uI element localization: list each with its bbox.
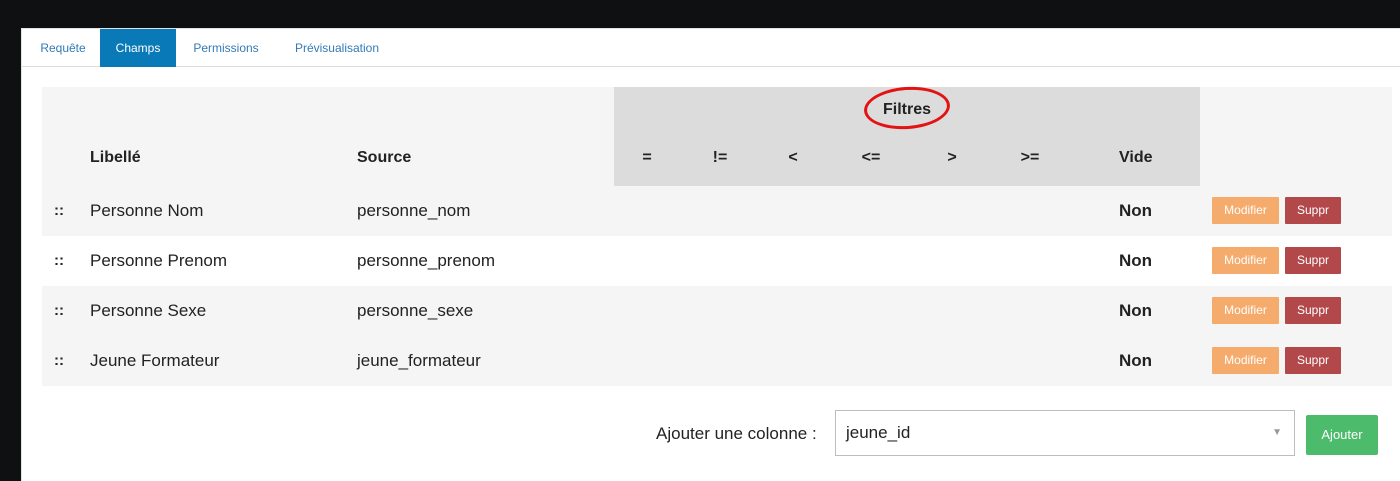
tab-champs[interactable]: Champs bbox=[100, 29, 176, 67]
drag-handle-icon[interactable]: :: bbox=[54, 236, 64, 286]
row-source: personne_sexe bbox=[357, 301, 474, 320]
row-vide: Non bbox=[1119, 201, 1153, 220]
fields-panel: Requête Champs Permissions Prévisualisat… bbox=[21, 28, 1400, 481]
delete-button[interactable]: Suppr bbox=[1285, 197, 1341, 224]
tab-permissions[interactable]: Permissions bbox=[180, 29, 272, 67]
row-label: Jeune Formateur bbox=[90, 351, 220, 370]
row-label: Personne Sexe bbox=[90, 301, 207, 320]
table-row: :: Personne Prenom personne_prenom Non M… bbox=[42, 236, 1392, 286]
header-op-gt: > bbox=[947, 149, 957, 166]
header-source: Source bbox=[357, 149, 412, 166]
header-op-lt: < bbox=[788, 149, 798, 166]
header-op-lte: <= bbox=[861, 149, 881, 166]
row-source: personne_prenom bbox=[357, 251, 495, 270]
edit-button[interactable]: Modifier bbox=[1212, 347, 1279, 374]
row-label: Personne Prenom bbox=[90, 251, 228, 270]
header-op-gte: >= bbox=[1020, 149, 1040, 166]
caret-down-icon: ▼ bbox=[1272, 427, 1282, 438]
row-source: jeune_formateur bbox=[357, 351, 481, 370]
edit-button[interactable]: Modifier bbox=[1212, 197, 1279, 224]
add-column-label: Ajouter une colonne : bbox=[656, 424, 817, 443]
table-row: :: Personne Nom personne_nom Non Modifie… bbox=[42, 186, 1392, 236]
row-source: personne_nom bbox=[357, 201, 471, 220]
fields-table: Filtres Libellé Source = != < <= > >= Vi… bbox=[42, 84, 1392, 389]
delete-button[interactable]: Suppr bbox=[1285, 297, 1341, 324]
filters-header: Filtres bbox=[882, 101, 931, 118]
drag-handle-icon[interactable]: :: bbox=[54, 186, 64, 236]
row-vide: Non bbox=[1119, 251, 1153, 270]
header-libelle: Libellé bbox=[90, 149, 141, 166]
table-row: :: Personne Sexe personne_sexe Non Modif… bbox=[42, 286, 1392, 336]
drag-handle-icon[interactable]: :: bbox=[54, 336, 64, 386]
delete-button[interactable]: Suppr bbox=[1285, 247, 1341, 274]
edit-button[interactable]: Modifier bbox=[1212, 247, 1279, 274]
edit-button[interactable]: Modifier bbox=[1212, 297, 1279, 324]
tab-requete[interactable]: Requête bbox=[28, 29, 98, 67]
tab-previsualisation[interactable]: Prévisualisation bbox=[278, 29, 396, 67]
header-op-neq: != bbox=[712, 149, 728, 166]
tab-bar: Requête Champs Permissions Prévisualisat… bbox=[22, 29, 1400, 67]
header-vide: Vide bbox=[1119, 149, 1153, 166]
header-op-eq: = bbox=[642, 149, 652, 166]
table-row: :: Jeune Formateur jeune_formateur Non M… bbox=[42, 336, 1392, 386]
row-label: Personne Nom bbox=[90, 201, 204, 220]
row-vide: Non bbox=[1119, 301, 1153, 320]
drag-handle-icon[interactable]: :: bbox=[54, 286, 64, 336]
delete-button[interactable]: Suppr bbox=[1285, 347, 1341, 374]
add-column-selected-value: jeune_id bbox=[846, 423, 911, 442]
row-vide: Non bbox=[1119, 351, 1153, 370]
add-column-select[interactable]: jeune_id ▼ bbox=[835, 410, 1295, 456]
add-column-button[interactable]: Ajouter bbox=[1306, 415, 1378, 455]
